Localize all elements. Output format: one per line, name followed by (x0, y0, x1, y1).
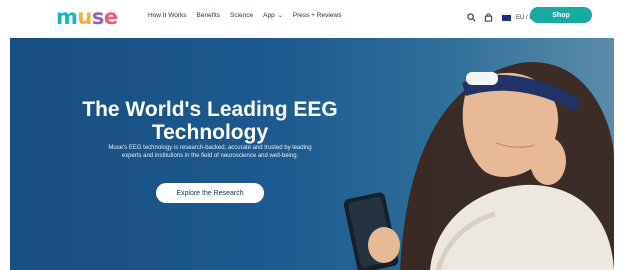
logo-letter-m: m (56, 5, 78, 29)
logo-letter-u: u (77, 5, 92, 29)
explore-research-button[interactable]: Explore the Research (156, 183, 264, 203)
nav-press-reviews[interactable]: Press + Reviews (293, 12, 342, 19)
logo-letter-s: s (91, 5, 105, 29)
muse-logo[interactable]: muse (56, 5, 118, 29)
nav-benefits[interactable]: Benefits (197, 12, 221, 19)
hero-title: The World's Leading EEG Technology (82, 98, 338, 144)
site-header: muse How It Works Benefits Science App ⌄ … (0, 0, 624, 38)
shop-button[interactable]: Shop (530, 7, 592, 23)
shopping-bag-icon[interactable] (484, 9, 493, 27)
logo-letter-e: e (103, 5, 118, 29)
main-nav: How It Works Benefits Science App ⌄ Press… (148, 12, 341, 19)
nav-science[interactable]: Science (230, 12, 253, 19)
nav-how-it-works[interactable]: How It Works (148, 12, 187, 19)
nav-app-label: App (263, 12, 275, 19)
nav-app[interactable]: App ⌄ (263, 12, 283, 19)
eu-flag-icon (501, 14, 512, 22)
hero-banner: The World's Leading EEG Technology Muse'… (10, 38, 614, 270)
chevron-down-icon: ⌄ (277, 13, 283, 19)
search-icon[interactable] (467, 9, 476, 27)
hero-description: Muse's EEG technology is research-backed… (108, 145, 312, 159)
